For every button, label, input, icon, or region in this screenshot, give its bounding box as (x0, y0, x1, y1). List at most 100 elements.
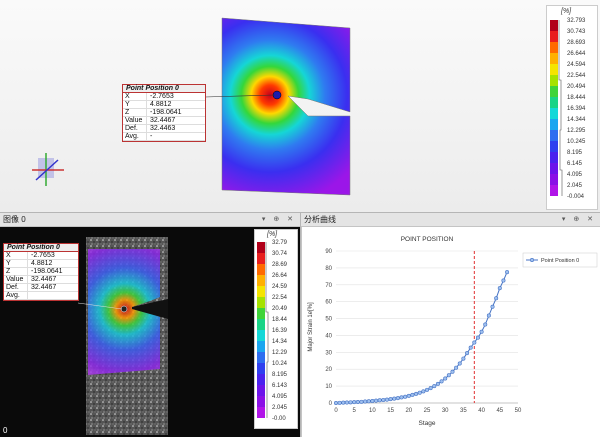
x-tick-label: 50 (515, 408, 522, 414)
info-key: Value (123, 117, 147, 124)
frame-number: 0 (3, 426, 8, 435)
legend-tick: 22.544 (567, 73, 586, 79)
legend-tick: 2.045 (272, 405, 288, 411)
info-key: Avg. (4, 292, 28, 299)
data-point (410, 392, 415, 397)
data-point (366, 399, 371, 404)
y-tick-label: 30 (325, 350, 332, 356)
info-value: 32.4463 (150, 125, 176, 132)
y-tick-label: 90 (325, 249, 332, 255)
info-value: -198.0641 (150, 109, 182, 116)
legend-tick: 14.34 (272, 339, 288, 345)
data-point (439, 379, 444, 384)
legend-tick: 32.793 (567, 18, 586, 24)
legend-tick: 30.743 (567, 29, 586, 35)
x-tick-label: 15 (387, 408, 394, 414)
info-row-x: X -2.7653 (4, 252, 78, 260)
info-value: - (150, 133, 153, 140)
y-tick-label: 80 (325, 266, 332, 272)
data-point (352, 400, 357, 405)
info-value: 32.4467 (31, 276, 57, 283)
info-row-def: Def. 32.4463 (123, 125, 205, 133)
legend-tick: 24.59 (272, 284, 288, 290)
data-point (370, 398, 375, 403)
info-key: Value (4, 276, 28, 283)
info-value: 4.8812 (150, 101, 172, 108)
data-point (392, 396, 397, 401)
info-row-value: Value 32.4467 (123, 117, 205, 125)
data-point (443, 376, 448, 381)
point-info-title: Point Position 0 (4, 244, 78, 252)
info-row-y: Y 4.8812 (123, 101, 205, 109)
y-tick-label: 60 (325, 300, 332, 306)
y-tick-label: 20 (325, 367, 332, 373)
y-axis-label: Major Strain 1e[%] (308, 302, 314, 352)
legend-tick: 22.54 (272, 295, 288, 301)
data-point (483, 322, 488, 327)
x-tick-label: 35 (460, 408, 467, 414)
data-point (414, 391, 419, 396)
image-panel-title: 图像 0 (3, 215, 26, 224)
x-tick-label: 45 (496, 408, 503, 414)
info-row-z: Z -198.0641 (123, 109, 205, 117)
data-point (479, 329, 484, 334)
x-tick-label: 5 (353, 408, 357, 414)
x-tick-label: 25 (424, 408, 431, 414)
data-point (348, 400, 353, 405)
chart-panel[interactable]: POINT POSITION 0 10 20 30 40 50 60 70 80 90 0 5 10 15 2… (301, 227, 600, 437)
legend-tick: 28.693 (567, 40, 586, 46)
chart-panel-header[interactable]: 分析曲线 ▾ ⊕ ✕ (301, 213, 600, 227)
image-panel-header[interactable]: 图像 0 ▾ ⊕ ✕ (0, 213, 300, 227)
legend-tick: 6.145 (567, 161, 583, 167)
data-point (333, 401, 338, 406)
x-tick-label: 20 (405, 408, 412, 414)
legend-tick: 10.245 (567, 139, 586, 145)
strain-chart[interactable]: POINT POSITION 0 10 20 30 40 50 60 70 80 90 0 5 10 15 2… (302, 227, 600, 437)
legend-tick: 26.644 (567, 51, 586, 57)
data-point (425, 387, 430, 392)
legend-unit: [%] (561, 8, 572, 15)
color-legend-image: [%] 32.79 30.74 28.69 26.64 24.59 22.54 … (254, 229, 298, 429)
data-point (395, 396, 400, 401)
series-line (335, 271, 508, 404)
y-tick-label: 0 (329, 401, 333, 407)
axis-triad-icon (32, 153, 64, 186)
panel-controls[interactable]: ▾ ⊕ ✕ (262, 213, 296, 226)
y-tick-label: 70 (325, 283, 332, 289)
data-point (461, 356, 466, 361)
data-point (417, 390, 422, 395)
legend-tick: 4.095 (567, 172, 583, 178)
data-point (432, 384, 437, 389)
data-point (363, 399, 368, 404)
legend-colorbar (257, 242, 269, 418)
info-value: 32.4467 (150, 117, 176, 124)
legend-tick: 20.49 (272, 306, 288, 312)
3d-view[interactable]: Point Position 0 X -2.7653 Y 4.8812 Z -198.… (0, 0, 600, 213)
data-point (465, 351, 470, 356)
legend-tick: 28.69 (272, 262, 288, 268)
image-panel[interactable]: Point Position 0 X -2.7653 Y 4.8812 Z -198.… (0, 227, 300, 437)
chart-title: POINT POSITION (401, 236, 454, 243)
legend-tick: 24.594 (567, 62, 586, 68)
data-point (501, 278, 506, 283)
data-point (490, 304, 495, 309)
data-point (428, 386, 433, 391)
specimen-3d (204, 17, 351, 196)
info-key: Avg. (123, 133, 147, 140)
legend-tick: 16.394 (567, 106, 586, 112)
info-row-z: Z -198.0641 (4, 268, 78, 276)
data-point (421, 389, 426, 394)
data-point (341, 400, 346, 405)
legend-marker (530, 257, 535, 262)
data-point (468, 345, 473, 350)
info-key: Y (4, 260, 28, 267)
x-tick-label: 30 (442, 408, 449, 414)
data-point (359, 399, 364, 404)
legend-tick: 32.79 (272, 240, 288, 246)
legend-tick: 14.344 (567, 117, 586, 123)
info-key: Z (123, 109, 147, 116)
data-point (472, 340, 477, 345)
panel-controls[interactable]: ▾ ⊕ ✕ (562, 213, 596, 226)
chart-panel-title: 分析曲线 (304, 215, 336, 224)
legend-tick: 8.195 (272, 372, 288, 378)
